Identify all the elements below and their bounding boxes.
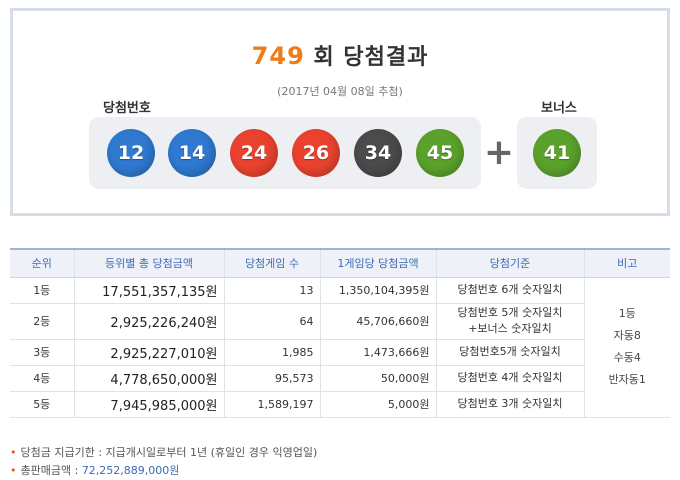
- total-prize-cell: 4,778,650,000원: [73, 365, 224, 392]
- criteria-cell: 당첨번호 6개 숫자일치: [435, 277, 584, 304]
- round-number: 749: [251, 42, 305, 70]
- table-row: 4등 4,778,650,000원 95,573 50,000원 당첨번호 4개…: [10, 365, 670, 392]
- note-line: 자동8: [613, 329, 641, 342]
- claim-deadline-note: • 당첨금 지급기한 : 지급개시일로부터 1년 (휴일인 경우 익영업일): [10, 444, 317, 460]
- winning-ball-4: 26: [292, 129, 340, 177]
- col-header-note: 비고: [583, 248, 670, 278]
- total-prize-cell: 17,551,357,135원: [73, 277, 224, 304]
- bullet-icon: •: [10, 446, 17, 459]
- table-row: 5등 7,945,985,000원 1,589,197 5,000원 당첨번호 …: [10, 391, 670, 418]
- bonus-ball-box: 41: [517, 117, 597, 189]
- total-sales-note: • 총판매금액 : 72,252,889,000원: [10, 462, 179, 478]
- criteria-line: +보너스 숫자일치: [468, 322, 552, 335]
- rank-cell: 2등: [10, 303, 74, 340]
- total-sales-value: 72,252,889,000원: [81, 464, 180, 477]
- criteria-cell: 당첨번호5개 숫자일치: [435, 339, 584, 366]
- total-prize-cell: 2,925,226,240원: [73, 303, 224, 340]
- winning-games-cell: 95,573: [223, 365, 320, 392]
- draw-title: 749 회 당첨결과: [13, 39, 667, 71]
- col-header-prize-per-game: 1게임당 당첨금액: [319, 248, 436, 278]
- note-line: 수동4: [613, 351, 641, 364]
- note-line: 1등: [618, 307, 636, 320]
- bullet-icon: •: [10, 464, 17, 477]
- draw-result-panel: 749 회 당첨결과 (2017년 04월 08일 추첨) 당첨번호 보너스 1…: [10, 8, 670, 216]
- winning-ball-6: 45: [416, 129, 464, 177]
- round-suffix: 회 당첨결과: [313, 45, 429, 70]
- prize-per-game-cell: 50,000원: [319, 365, 436, 392]
- bonus-ball: 41: [533, 129, 581, 177]
- table-row: 1등 17,551,357,135원 13 1,350,104,395원 당첨번…: [10, 277, 670, 418]
- rank-cell: 5등: [10, 391, 74, 418]
- winning-ball-3: 24: [230, 129, 278, 177]
- note-line: 반자동1: [608, 373, 646, 386]
- note-cell: 1등 자동8 수동4 반자동1: [583, 277, 670, 418]
- total-prize-cell: 7,945,985,000원: [73, 391, 224, 418]
- table-row: 2등 2,925,226,240원 64 45,706,660원 당첨번호 5개…: [10, 303, 670, 340]
- rank-cell: 1등: [10, 277, 74, 304]
- bonus-label: 보너스: [541, 101, 577, 116]
- winning-games-cell: 64: [223, 303, 320, 340]
- winning-games-cell: 1,589,197: [223, 391, 320, 418]
- winning-numbers-label: 당첨번호: [103, 101, 151, 116]
- col-header-criteria: 당첨기준: [435, 248, 584, 278]
- criteria-cell: 당첨번호 4개 숫자일치: [435, 365, 584, 392]
- rank-cell: 3등: [10, 339, 74, 366]
- winning-ball-2: 14: [168, 129, 216, 177]
- prize-per-game-cell: 45,706,660원: [319, 303, 436, 340]
- col-header-winning-games: 당첨게임 수: [223, 248, 320, 278]
- criteria-line: 당첨번호 5개 숫자일치: [457, 306, 563, 319]
- plus-icon: +: [483, 132, 515, 173]
- winning-games-cell: 1,985: [223, 339, 320, 366]
- criteria-cell: 당첨번호 5개 숫자일치 +보너스 숫자일치: [435, 303, 584, 340]
- prize-per-game-cell: 1,473,666원: [319, 339, 436, 366]
- prize-table: 순위 등위별 총 당첨금액 당첨게임 수 1게임당 당첨금액 당첨기준 비고 1…: [10, 248, 670, 418]
- total-sales-label: 총판매금액 :: [20, 464, 82, 477]
- total-prize-cell: 2,925,227,010원: [73, 339, 224, 366]
- winning-ball-1: 12: [107, 129, 155, 177]
- table-header-row: 순위 등위별 총 당첨금액 당첨게임 수 1게임당 당첨금액 당첨기준 비고: [10, 248, 670, 278]
- table-row: 3등 2,925,227,010원 1,985 1,473,666원 당첨번호5…: [10, 339, 670, 366]
- prize-per-game-cell: 1,350,104,395원: [319, 277, 436, 304]
- col-header-rank: 순위: [10, 248, 74, 278]
- claim-deadline-text: 당첨금 지급기한 : 지급개시일로부터 1년 (휴일인 경우 익영업일): [20, 446, 318, 459]
- criteria-cell: 당첨번호 3개 숫자일치: [435, 391, 584, 418]
- winning-games-cell: 13: [223, 277, 320, 304]
- winning-ball-5: 34: [354, 129, 402, 177]
- winning-balls-box: 12 14 24 26 34 45: [89, 117, 481, 189]
- prize-per-game-cell: 5,000원: [319, 391, 436, 418]
- rank-cell: 4등: [10, 365, 74, 392]
- col-header-total-prize: 등위별 총 당첨금액: [73, 248, 224, 278]
